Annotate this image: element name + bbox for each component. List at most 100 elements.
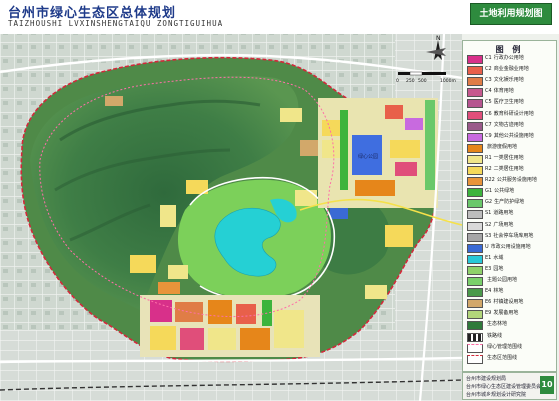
- legend-text: U 市政公用设施用地: [485, 243, 531, 252]
- scale-label-0: 0: [396, 78, 399, 84]
- legend-swatch: [467, 55, 483, 64]
- legend-text: C9 其他公共设施用地: [485, 132, 534, 141]
- ne-commercial-2: [405, 118, 423, 130]
- legend-item: R1 一类居住用地: [467, 154, 555, 164]
- legend-label: 一类居住用地: [493, 154, 524, 161]
- legend-swatch: [467, 265, 483, 275]
- ne-residential-3: [390, 140, 420, 158]
- page-number: 10: [540, 376, 554, 394]
- sw-res-2: [180, 328, 204, 350]
- sw-public-3: [208, 300, 232, 324]
- legend-item: R22 公共服务设施用地: [467, 176, 555, 187]
- legend-label: 主题公园用地: [487, 277, 518, 283]
- legend-code: S2: [485, 221, 492, 228]
- sw-res-1: [150, 326, 176, 350]
- legend-text: C4 体育用地: [485, 87, 514, 96]
- w-res-2: [168, 265, 188, 279]
- legend-swatch: [467, 177, 483, 187]
- legend-text: C7 文物古迹用地: [485, 121, 524, 130]
- sheet-name-badge: 土地利用规划图: [470, 3, 552, 25]
- legend-code: C7: [485, 121, 492, 128]
- legend-item: C5 医疗卫生用地: [467, 99, 555, 109]
- legend-code: R1: [485, 154, 492, 161]
- legend-swatch: [467, 321, 483, 331]
- legend-swatch: [467, 77, 483, 87]
- w-res-3: [158, 282, 180, 294]
- legend-text: E3 园地: [485, 265, 503, 274]
- legend-code: G2: [485, 199, 493, 206]
- legend-swatch: [467, 121, 483, 131]
- sw-res-4: [240, 328, 270, 350]
- legend-text: E6 村镇建设用地: [485, 298, 523, 307]
- sw-public-1: [150, 300, 172, 322]
- sw-res-3: [208, 328, 236, 350]
- legend-code: R2: [485, 166, 492, 172]
- legend-label: 道路用地: [493, 210, 514, 217]
- legend-item: U 市政公用设施用地: [467, 243, 555, 253]
- legend-code: G1: [485, 188, 493, 195]
- legend-text: C6 教育科研设计用地: [485, 110, 534, 119]
- legend-swatch: [467, 277, 483, 286]
- legend-label: 医疗卫生用地: [493, 99, 524, 106]
- legend-label: 发展备用地: [493, 310, 519, 317]
- legend-text: 铁路线: [485, 332, 502, 341]
- legend-code: E9: [485, 310, 492, 317]
- legend-item: S1 道路用地: [467, 209, 555, 220]
- legend-swatch: [467, 354, 483, 364]
- n-res-1: [280, 108, 302, 122]
- legend-text: C2 商业金融业用地: [485, 65, 529, 74]
- legend-swatch: [467, 66, 483, 76]
- legend-label: 村镇建设用地: [493, 299, 524, 306]
- legend-text: 主题公园用地: [485, 276, 517, 285]
- ne-green-strip-2: [425, 100, 435, 190]
- n-res-3: [105, 96, 123, 106]
- legend-text: G1 公共绿地: [485, 187, 514, 196]
- legend-swatch: [467, 188, 483, 198]
- legend-item: C3 文化娱乐用地: [467, 77, 555, 87]
- legend-label: 文物古迹用地: [493, 121, 524, 128]
- legend-code: S3: [485, 232, 492, 239]
- legend-item: 旅游度假用地: [467, 143, 555, 153]
- legend-label: 广场用地: [493, 221, 514, 228]
- legend-text: 旅游度假用地: [485, 143, 517, 152]
- map-sheet: 绿心公园 N 0 250 500 1000m 台州市绿心生态区总体规划 TAIZ…: [0, 0, 559, 401]
- legend-code: C3: [485, 77, 492, 84]
- legend-label: 生产防护绿地: [494, 199, 525, 206]
- scale-label-1: 250: [406, 78, 415, 84]
- legend-code: E4: [485, 288, 492, 295]
- legend-text: 生态区范围线: [485, 354, 517, 363]
- legend-item: C6 教育科研设计用地: [467, 110, 555, 120]
- legend-text: R22 公共服务设施用地: [485, 176, 537, 185]
- legend-text: R1 一类居住用地: [485, 154, 524, 163]
- legend-swatch: [467, 88, 483, 98]
- info-box: 台州市建设规划局 台州市绿心生态区建设管理委员会 台州市城乡规划设计研究院 10: [462, 372, 557, 400]
- legend-label: 商业金融业用地: [493, 66, 529, 73]
- legend-code: S1: [485, 210, 492, 217]
- legend-code: C6: [485, 110, 492, 117]
- legend-item: C7 文物古迹用地: [467, 121, 555, 131]
- legend-label: 市政公用设施用地: [490, 243, 531, 250]
- legend-item: S2 广场用地: [467, 221, 555, 231]
- legend-item: C4 体育用地: [467, 87, 555, 98]
- legend-item: C1 行政办公用地: [467, 55, 555, 64]
- legend-item: E4 林地: [467, 288, 555, 298]
- legend-swatch: [467, 154, 483, 164]
- ne-commercial-1: [385, 105, 403, 119]
- legend-label: 行政办公用地: [493, 55, 524, 61]
- legend-swatch: [467, 99, 483, 109]
- legend-item: 铁路线: [467, 332, 555, 342]
- legend-text: S2 广场用地: [485, 221, 513, 230]
- legend-label: 教育科研设计用地: [493, 110, 534, 117]
- legend-panel: 图 例 C1 行政办公用地 C2 商业金融业用地 C3 文化娱乐用地 C4 体育用地 C5 医疗卫…: [462, 40, 557, 372]
- legend-text: 生态林地: [485, 320, 507, 329]
- legend-text: E9 发展备用地: [485, 309, 518, 318]
- scale-label-2: 500: [418, 78, 427, 84]
- legend-text: S1 道路用地: [485, 209, 513, 218]
- legend-swatch: [467, 110, 483, 120]
- legend-code: U: [485, 243, 489, 250]
- legend-item: 生态林地: [467, 320, 555, 331]
- map-title-pinyin: TAIZHOUSHI LVXINSHENGTAIQU ZONGTIGUIHUA: [8, 19, 224, 28]
- legend-swatch: [467, 299, 483, 309]
- legend-code: E1: [485, 254, 492, 261]
- legend-item: R2 二类居住用地: [467, 166, 555, 175]
